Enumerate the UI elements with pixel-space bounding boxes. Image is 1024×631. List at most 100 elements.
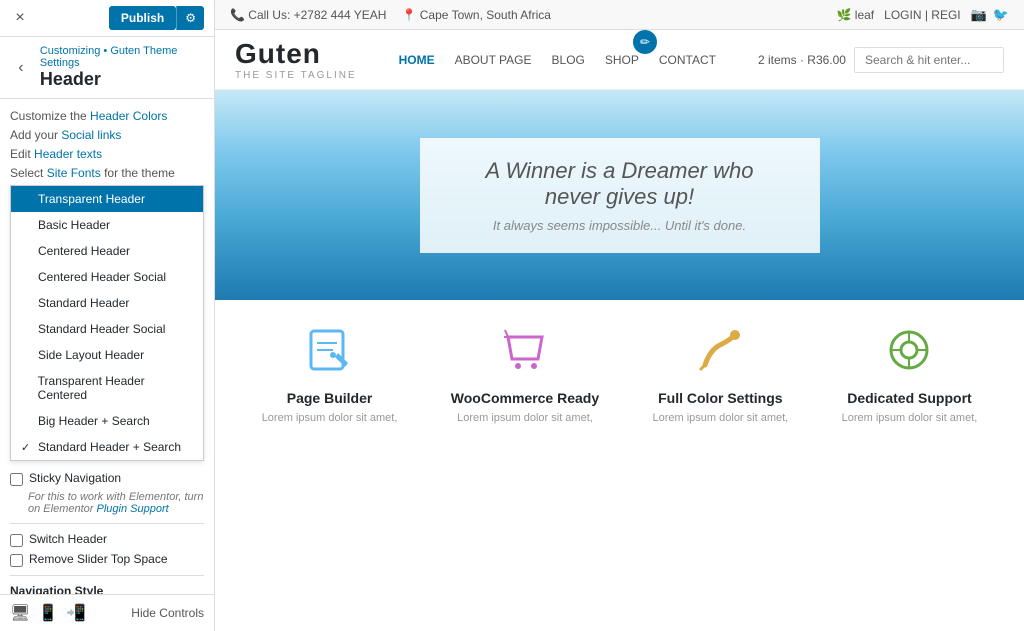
dropdown-item-centered-header[interactable]: Centered Header — [11, 238, 203, 264]
select-fonts-text: Select Site Fonts for the theme — [10, 166, 204, 180]
login-text: LOGIN | REGI — [884, 8, 960, 22]
location-text: 📍 Cape Town, South Africa — [401, 8, 550, 22]
hide-controls-button[interactable]: Hide Controls — [131, 606, 204, 620]
dedicated-support-title: Dedicated Support — [842, 390, 978, 406]
woocommerce-title: WooCommerce Ready — [451, 390, 599, 406]
publish-group: Publish ⚙ — [109, 6, 204, 30]
mobile-icon[interactable]: 📲 — [66, 603, 86, 623]
leaf-icon: 🌿 leaf — [837, 8, 875, 22]
nav-item-blog[interactable]: BLOG — [552, 53, 585, 67]
switch-header-row: Switch Header — [10, 532, 204, 547]
preview-topbar-right: 🌿 leaf LOGIN | REGI 📷 🐦 — [837, 7, 1009, 23]
panel-header: ‹ Customizing • Guten Theme Settings Hea… — [0, 37, 214, 99]
panel-title: Header — [40, 69, 204, 90]
woocommerce-desc: Lorem ipsum dolor sit amet, — [451, 412, 599, 424]
cart-area: 2 items · R36.00 — [758, 47, 1004, 73]
hero-title: A Winner is a Dreamer who never gives up… — [460, 158, 780, 210]
preview-topbar-left: 📞 Call Us: +2782 444 YEAH 📍 Cape Town, S… — [230, 8, 551, 22]
site-tagline: THE SITE TAGLINE — [235, 70, 357, 81]
add-social-text: Add your Social links — [10, 128, 204, 142]
feature-dedicated-support: Dedicated Support Lorem ipsum dolor sit … — [842, 320, 978, 424]
hero-subtitle: It always seems impossible... Until it's… — [460, 218, 780, 233]
site-nav: HOME ABOUT PAGE BLOG SHOP CONTACT — [399, 53, 716, 67]
edit-header-text: Edit Header texts — [10, 147, 204, 161]
publish-button[interactable]: Publish — [109, 6, 176, 30]
nav-style-label: Navigation Style — [10, 584, 204, 594]
breadcrumb-wrap: Customizing • Guten Theme Settings Heade… — [40, 45, 204, 90]
preview-topbar: 📞 Call Us: +2782 444 YEAH 📍 Cape Town, S… — [215, 0, 1024, 30]
dropdown-item-standard-header-social[interactable]: Standard Header Social — [11, 316, 203, 342]
dropdown-item-side-layout-header[interactable]: Side Layout Header — [11, 342, 203, 368]
sticky-nav-label: Sticky Navigation — [29, 471, 121, 485]
dropdown-item-big-header-search[interactable]: Big Header + Search — [11, 408, 203, 434]
left-panel: × Publish ⚙ ‹ Customizing • Guten Theme … — [0, 0, 215, 631]
social-icons: 📷 🐦 — [971, 7, 1009, 23]
search-input[interactable] — [854, 47, 1004, 73]
header-edit-pencil[interactable]: ✏ — [633, 30, 657, 54]
color-settings-desc: Lorem ipsum dolor sit amet, — [653, 412, 789, 424]
features-section: Page Builder Lorem ipsum dolor sit amet,… — [215, 300, 1024, 444]
hero-section: A Winner is a Dreamer who never gives up… — [215, 90, 1024, 300]
nav-item-about[interactable]: ABOUT PAGE — [455, 53, 532, 67]
feature-color-settings: Full Color Settings Lorem ipsum dolor si… — [653, 320, 789, 424]
nav-item-contact[interactable]: CONTACT — [659, 53, 716, 67]
dedicated-support-desc: Lorem ipsum dolor sit amet, — [842, 412, 978, 424]
remove-slider-label: Remove Slider Top Space — [29, 552, 168, 566]
top-bar-left: × — [10, 8, 30, 28]
header-texts-link[interactable]: Header texts — [34, 147, 102, 161]
header-colors-link[interactable]: Header Colors — [90, 109, 167, 123]
social-links-link[interactable]: Social links — [61, 128, 121, 142]
close-button[interactable]: × — [10, 8, 30, 28]
right-preview: 📞 Call Us: +2782 444 YEAH 📍 Cape Town, S… — [215, 0, 1024, 631]
color-settings-title: Full Color Settings — [653, 390, 789, 406]
cart-text[interactable]: 2 items · R36.00 — [758, 53, 846, 67]
gear-button[interactable]: ⚙ — [176, 6, 204, 30]
page-builder-title: Page Builder — [262, 390, 398, 406]
instagram-icon[interactable]: 📷 — [971, 7, 987, 23]
tablet-icon[interactable]: 📱 — [38, 603, 58, 623]
phone-text: 📞 Call Us: +2782 444 YEAH — [230, 8, 386, 22]
twitter-icon[interactable]: 🐦 — [993, 7, 1009, 23]
dedicated-support-icon — [879, 320, 939, 380]
breadcrumb-link[interactable]: Customizing • Guten Theme Settings — [40, 45, 178, 69]
hide-controls-label: Hide Controls — [131, 606, 204, 620]
plugin-support-link[interactable]: Plugin Support — [97, 503, 169, 515]
site-header: ✏ Guten THE SITE TAGLINE HOME ABOUT PAGE… — [215, 30, 1024, 90]
nav-item-shop[interactable]: SHOP — [605, 53, 639, 67]
dropdown-item-transparent-header-centered[interactable]: Transparent Header Centered — [11, 368, 203, 408]
sticky-nav-row: Sticky Navigation — [10, 471, 204, 486]
back-button[interactable]: ‹ — [10, 56, 32, 80]
remove-slider-checkbox[interactable] — [10, 554, 23, 567]
bottom-controls: 🖥 📱 📲 Hide Controls — [0, 594, 214, 631]
dropdown-item-standard-header-search[interactable]: ✓ Standard Header + Search — [11, 434, 203, 460]
dropdown-item-basic-header[interactable]: Basic Header — [11, 212, 203, 238]
dropdown-item-standard-header[interactable]: Standard Header — [11, 290, 203, 316]
site-name: Guten — [235, 38, 357, 70]
top-bar: × Publish ⚙ — [0, 0, 214, 37]
site-fonts-link[interactable]: Site Fonts — [47, 166, 101, 180]
dropdown-item-transparent-header[interactable]: Transparent Header — [11, 186, 203, 212]
feature-woocommerce: WooCommerce Ready Lorem ipsum dolor sit … — [451, 320, 599, 424]
desktop-icon[interactable]: 🖥 — [10, 603, 30, 623]
sticky-nav-note: For this to work with Elementor, turn on… — [28, 491, 204, 515]
switch-header-checkbox[interactable] — [10, 534, 23, 547]
divider-1 — [10, 523, 204, 524]
feature-page-builder: Page Builder Lorem ipsum dolor sit amet, — [262, 320, 398, 424]
panel-content: Customize the Header Colors Add your Soc… — [0, 99, 214, 594]
hero-overlay: A Winner is a Dreamer who never gives up… — [420, 138, 820, 253]
switch-header-label: Switch Header — [29, 532, 107, 546]
bottom-icons: 🖥 📱 📲 — [10, 603, 86, 623]
site-logo: Guten THE SITE TAGLINE — [235, 38, 357, 81]
customize-text: Customize the Header Colors — [10, 109, 204, 123]
color-settings-icon — [690, 320, 750, 380]
page-builder-icon — [300, 320, 360, 380]
remove-slider-row: Remove Slider Top Space — [10, 552, 204, 567]
nav-item-home[interactable]: HOME — [399, 53, 435, 67]
sticky-nav-checkbox[interactable] — [10, 473, 23, 486]
page-builder-desc: Lorem ipsum dolor sit amet, — [262, 412, 398, 424]
divider-2 — [10, 575, 204, 576]
header-style-dropdown: Transparent Header Basic Header Centered… — [10, 185, 204, 461]
dropdown-item-centered-header-social[interactable]: Centered Header Social — [11, 264, 203, 290]
breadcrumb: Customizing • Guten Theme Settings — [40, 45, 204, 69]
woocommerce-icon — [495, 320, 555, 380]
